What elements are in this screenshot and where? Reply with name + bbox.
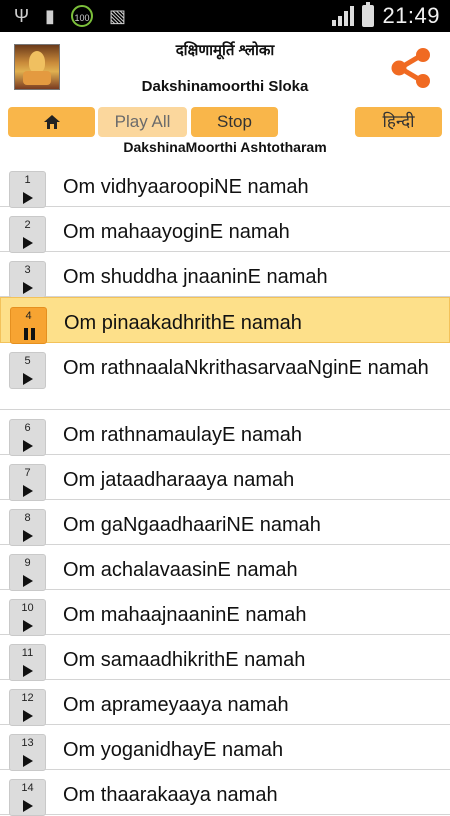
sloka-text: Om achalavaasinE namah (63, 559, 298, 581)
play-button[interactable]: 14 (9, 779, 46, 816)
share-icon[interactable] (390, 48, 432, 88)
sloka-text: Om aprameyaaya namah (63, 694, 289, 716)
play-icon (23, 440, 33, 452)
list-item[interactable]: 7 Om jataadharaaya namah (0, 455, 450, 501)
item-number: 5 (24, 355, 31, 367)
item-number: 1 (24, 174, 31, 186)
play-all-button[interactable]: Play All (98, 107, 187, 137)
pause-icon (24, 328, 36, 340)
list-item[interactable]: 2 Om mahaayoginE namah (0, 207, 450, 253)
item-number: 8 (24, 512, 31, 524)
sloka-text: Om yoganidhayE namah (63, 739, 284, 761)
item-number: 9 (24, 557, 31, 569)
sloka-text: Om mahaajnaaninE namah (63, 604, 307, 626)
sloka-text: Om vidhyaaroopiNE namah (63, 176, 309, 198)
notification-icons: Ψ ▮ 100 ▧ (14, 4, 126, 28)
item-number: 3 (24, 264, 31, 276)
play-button[interactable]: 8 (9, 509, 46, 546)
play-icon (23, 620, 33, 632)
sloka-text: Om pinaakadhrithE namah (64, 312, 302, 334)
play-button[interactable]: 5 (9, 352, 46, 389)
language-button[interactable]: हिन्दी (355, 107, 442, 137)
status-bar: Ψ ▮ 100 ▧ 21:49 (0, 0, 450, 32)
section-title: DakshinaMoorthi Ashtotharam (123, 139, 327, 155)
usb-icon: Ψ (14, 6, 30, 26)
toolbar: Play All Stop हिन्दी DakshinaMoorthi Ash… (0, 104, 450, 158)
sloka-text: Om mahaayoginE namah (63, 221, 290, 243)
item-number: 6 (24, 422, 31, 434)
play-button[interactable]: 13 (9, 734, 46, 771)
app-header: दक्षिणामूर्ति श्लोका Dakshinamoorthi Slo… (0, 32, 450, 105)
play-button[interactable]: 7 (9, 464, 46, 501)
clock: 21:49 (382, 3, 440, 28)
play-button[interactable]: 9 (9, 554, 46, 591)
play-icon (23, 282, 33, 294)
app-title-english: Dakshinamoorthi Sloka (141, 78, 309, 95)
play-icon (23, 755, 33, 767)
item-number: 7 (24, 467, 31, 479)
item-number: 10 (21, 602, 34, 614)
stop-button[interactable]: Stop (191, 107, 278, 137)
item-number: 4 (25, 310, 32, 322)
list-item[interactable]: 3 Om shuddha jnaaninE namah (0, 252, 450, 298)
item-number: 11 (21, 647, 34, 659)
battery-icon (362, 2, 375, 27)
sd-card-icon: ▮ (45, 6, 55, 26)
play-icon (23, 665, 33, 677)
list-item[interactable]: 12 Om aprameyaaya namah (0, 680, 450, 726)
list-item[interactable]: 13 Om yoganidhayE namah (0, 725, 450, 771)
play-button[interactable]: 10 (9, 599, 46, 636)
sloka-list: 1 Om vidhyaaroopiNE namah 2 Om mahaayoginE … (0, 162, 450, 816)
item-number: 14 (21, 782, 34, 794)
list-item[interactable]: 6 Om rathnamaulayE namah (0, 410, 450, 456)
play-icon (23, 575, 33, 587)
sloka-text: Om thaarakaaya namah (63, 784, 278, 806)
play-icon (23, 710, 33, 722)
play-button[interactable]: 3 (9, 261, 46, 298)
app-title-hindi: दक्षिणामूर्ति श्लोका (175, 42, 275, 59)
sloka-text: Om shuddha jnaaninE namah (63, 266, 328, 288)
item-number: 13 (21, 737, 34, 749)
play-icon (23, 192, 33, 204)
sloka-text: Om rathnamaulayE namah (63, 424, 303, 446)
play-button[interactable]: 12 (9, 689, 46, 726)
item-number: 2 (24, 219, 31, 231)
battery-100-icon: 100 (70, 5, 93, 27)
play-icon (23, 485, 33, 497)
signal-icon (332, 6, 355, 26)
sloka-text: Om jataadharaaya namah (63, 469, 295, 491)
item-number: 12 (21, 692, 34, 704)
list-item[interactable]: 14 Om thaarakaaya namah (0, 770, 450, 816)
list-item[interactable]: 1 Om vidhyaaroopiNE namah (0, 162, 450, 208)
sloka-text: Om gaNgaadhaariNE namah (63, 514, 321, 536)
play-button[interactable]: 11 (9, 644, 46, 681)
home-icon (43, 115, 60, 129)
sloka-text: Om samaadhikrithE namah (63, 649, 306, 671)
pause-button[interactable]: 4 (10, 307, 47, 344)
sim-off-icon: ▧ (108, 6, 126, 26)
play-icon (23, 800, 33, 812)
play-button[interactable]: 1 (9, 171, 46, 208)
play-icon (23, 373, 33, 385)
play-icon (23, 530, 33, 542)
sloka-text: Om rathnaalaNkrithasarvaaNginE namah (63, 357, 429, 379)
play-button[interactable]: 6 (9, 419, 46, 456)
list-item[interactable]: 8 Om gaNgaadhaariNE namah (0, 500, 450, 546)
play-icon (23, 237, 33, 249)
list-item[interactable]: 11 Om samaadhikrithE namah (0, 635, 450, 681)
play-button[interactable]: 2 (9, 216, 46, 253)
list-item[interactable]: 9 Om achalavaasinE namah (0, 545, 450, 591)
list-item[interactable]: 5 Om rathnaalaNkrithasarvaaNginE namah (0, 343, 450, 410)
list-item[interactable]: 10 Om mahaajnaaninE namah (0, 590, 450, 636)
home-button[interactable] (8, 107, 95, 137)
list-item[interactable]: 4 Om pinaakadhrithE namah (0, 297, 450, 344)
